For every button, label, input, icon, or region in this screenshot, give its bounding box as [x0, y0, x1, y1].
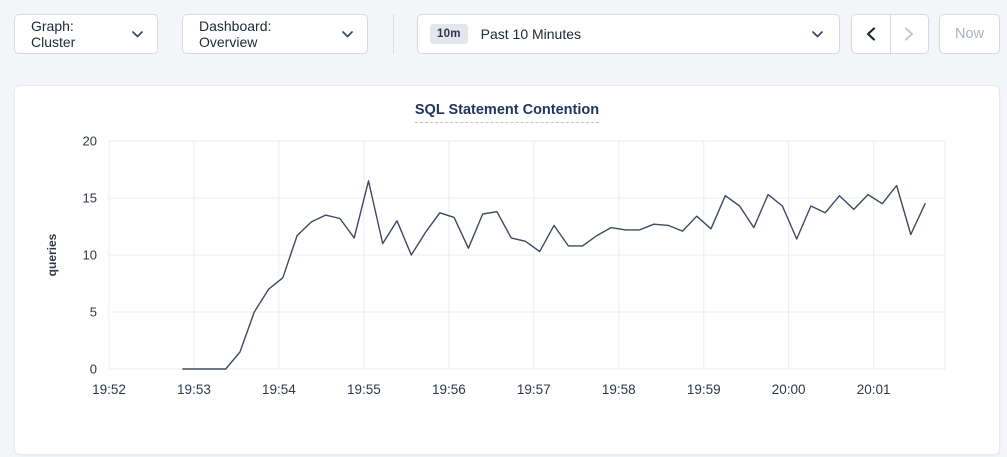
graph-dropdown-label: Graph: Cluster [31, 18, 121, 50]
svg-text:19:56: 19:56 [432, 382, 466, 397]
svg-text:19:58: 19:58 [602, 382, 636, 397]
svg-text:15: 15 [83, 191, 97, 206]
toolbar: Graph: Cluster Dashboard: Overview 10m P… [0, 0, 1007, 70]
previous-time-button[interactable] [852, 15, 890, 53]
svg-text:20: 20 [83, 134, 97, 149]
chevron-right-icon [904, 27, 914, 41]
chevron-down-icon [812, 31, 823, 38]
svg-text:19:55: 19:55 [347, 382, 381, 397]
svg-text:0: 0 [90, 362, 97, 377]
svg-text:19:57: 19:57 [517, 382, 551, 397]
chart-title-row: SQL Statement Contention [15, 102, 999, 123]
time-range-label: Past 10 Minutes [481, 26, 812, 42]
now-button-label: Now [955, 26, 984, 42]
now-button[interactable]: Now [939, 14, 1000, 54]
svg-text:19:59: 19:59 [687, 382, 721, 397]
chevron-down-icon [342, 31, 353, 38]
svg-text:10: 10 [83, 248, 97, 263]
toolbar-divider [393, 14, 394, 54]
chevron-down-icon [132, 31, 143, 38]
svg-text:20:01: 20:01 [857, 382, 891, 397]
time-range-selector[interactable]: 10m Past 10 Minutes [417, 14, 840, 54]
svg-text:5: 5 [90, 305, 97, 320]
chart-title[interactable]: SQL Statement Contention [415, 102, 599, 123]
time-range-badge: 10m [430, 24, 468, 44]
chart-card: SQL Statement Contention 0 5 10 15 20 19:52 19… [14, 85, 1000, 455]
contention-line-chart: 0 5 10 15 20 19:52 19:53 19:54 19:55 19:56 19:57 19… [15, 122, 1001, 452]
chart-svg: 0 5 10 15 20 19:52 19:53 19:54 19:55 19:56 19:57 19… [15, 122, 1001, 452]
svg-text:queries: queries [45, 233, 59, 276]
dashboard-dropdown-label: Dashboard: Overview [199, 18, 331, 50]
time-step-buttons [851, 14, 929, 54]
svg-text:19:53: 19:53 [177, 382, 211, 397]
graph-dropdown[interactable]: Graph: Cluster [14, 14, 158, 54]
next-time-button[interactable] [890, 15, 929, 53]
svg-text:20:00: 20:00 [772, 382, 806, 397]
chevron-left-icon [866, 27, 876, 41]
svg-text:19:54: 19:54 [262, 382, 296, 397]
dashboard-dropdown[interactable]: Dashboard: Overview [182, 14, 368, 54]
svg-text:19:52: 19:52 [92, 382, 126, 397]
